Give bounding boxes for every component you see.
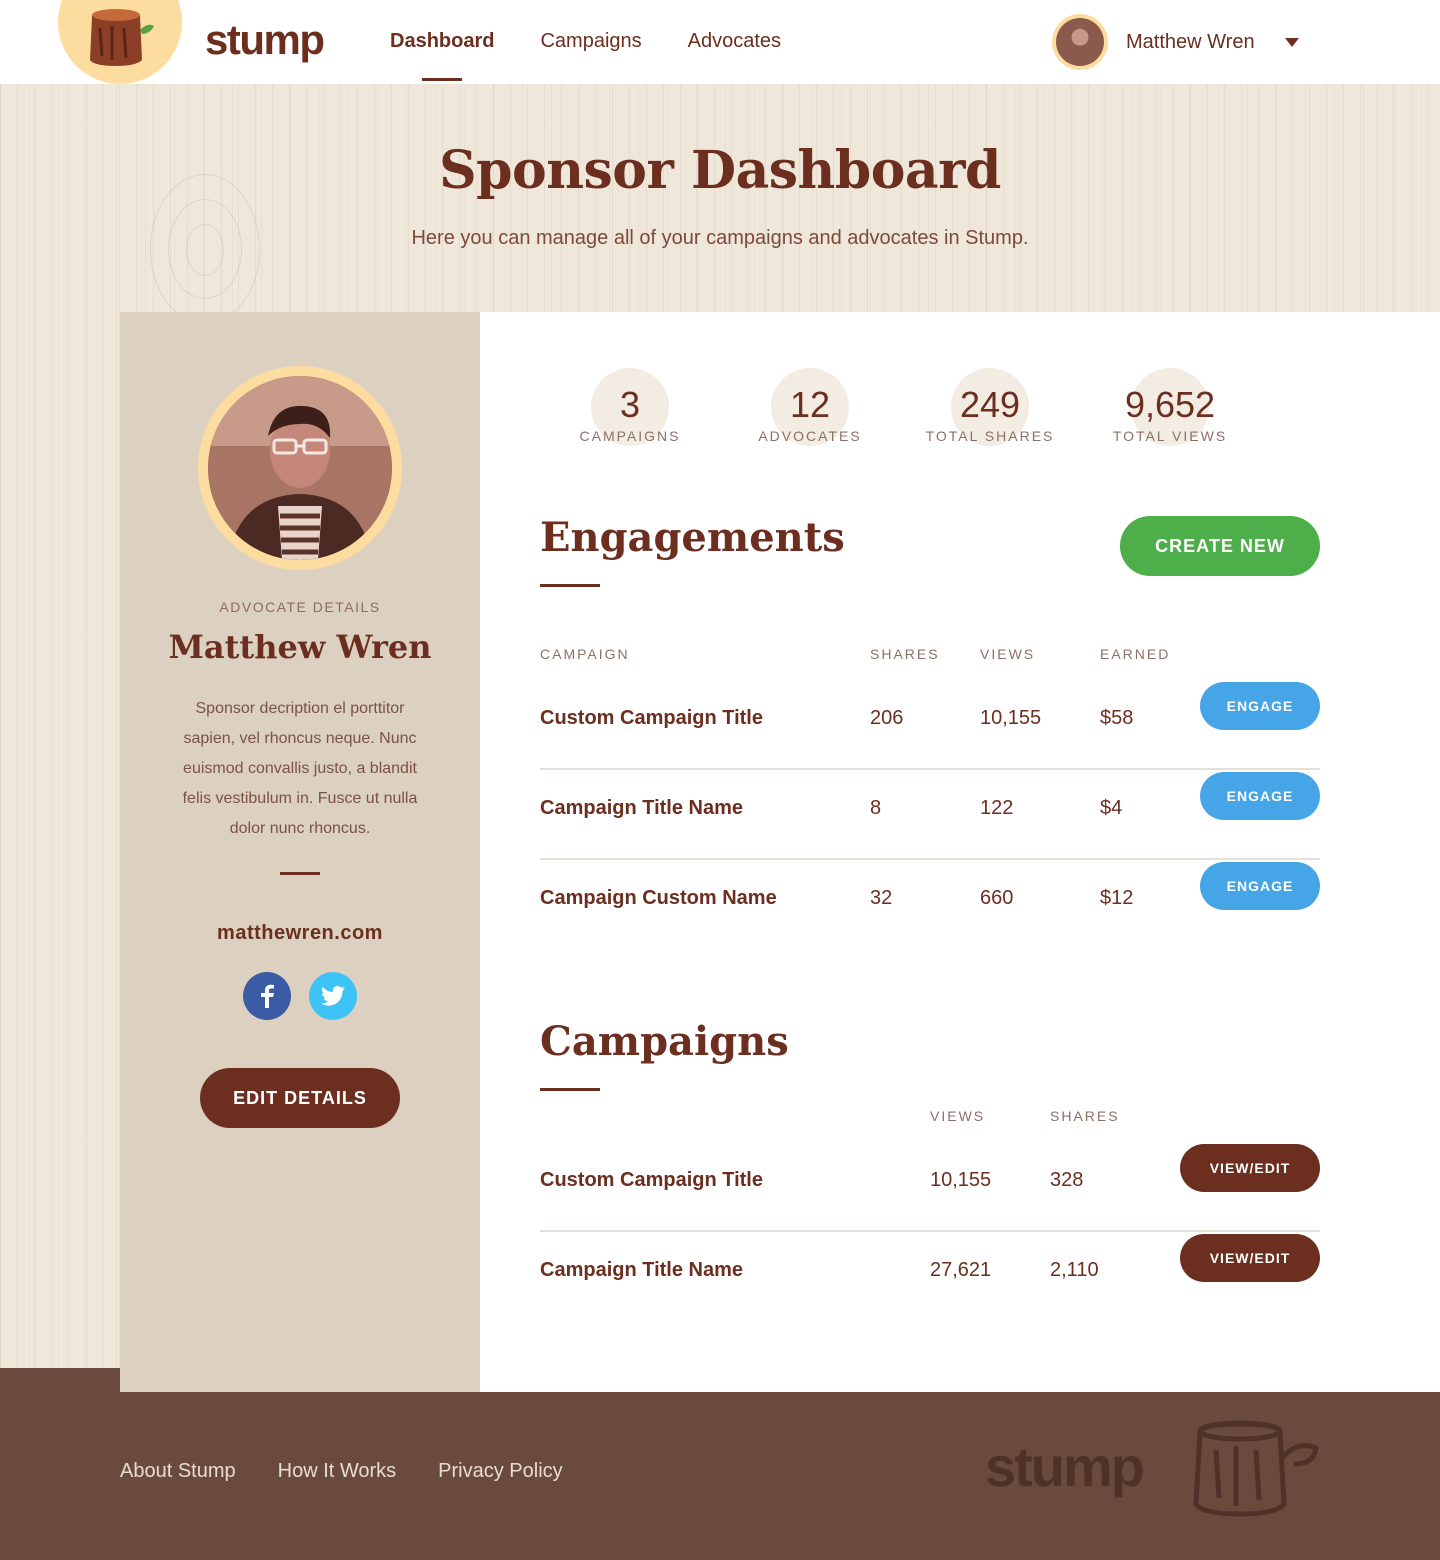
engagements-title: Engagements — [540, 514, 845, 561]
earned-value: $58 — [1100, 707, 1134, 729]
user-name: Matthew Wren — [1126, 30, 1255, 53]
stat-label: CAMPAIGNS — [579, 428, 681, 444]
nav-dashboard[interactable]: Dashboard — [390, 30, 494, 81]
footer: About Stump How It Works Privacy Policy … — [0, 1368, 1440, 1560]
shares-value: 32 — [870, 887, 893, 909]
advocate-details-label: ADVOCATE DETAILS — [219, 599, 381, 615]
stat-label: TOTAL VIEWS — [1112, 428, 1228, 444]
page-subtitle: Here you can manage all of your campaign… — [411, 227, 1029, 249]
campaign-title[interactable]: Custom Campaign Title — [540, 707, 763, 730]
advocate-description: Sponsor decription el porttitor sapien, … — [182, 700, 418, 837]
table-row: Custom Campaign Title 10,155 328 VIEW/ED… — [540, 1142, 1320, 1232]
stat-label: TOTAL SHARES — [925, 428, 1055, 444]
stat-value: 12 — [789, 384, 831, 425]
stat-advocates: 12 ADVOCATES — [710, 368, 910, 446]
create-new-button[interactable]: CREATE NEW — [1120, 516, 1320, 576]
footer-links: About Stump How It Works Privacy Policy — [120, 1460, 563, 1483]
footer-brand-logo: stump — [985, 1435, 1145, 1498]
footer-link-about[interactable]: About Stump — [120, 1460, 236, 1483]
engage-button[interactable]: ENGAGE — [1200, 682, 1320, 730]
section-underline — [540, 584, 600, 587]
facebook-icon[interactable] — [243, 972, 291, 1020]
section-underline — [540, 1088, 600, 1091]
col-shares: SHARES — [870, 646, 940, 662]
stump-logo-icon — [1192, 1418, 1332, 1523]
brand-logo-text[interactable]: stump — [205, 16, 325, 64]
table-row: Campaign Title Name 8 122 $4 ENGAGE — [540, 770, 1320, 860]
stat-campaigns: 3 CAMPAIGNS — [530, 368, 730, 446]
user-menu[interactable]: Matthew Wren — [1052, 14, 1299, 70]
table-row: Campaign Custom Name 32 660 $12 ENGAGE — [540, 860, 1320, 950]
views-value: 10,155 — [930, 1169, 992, 1191]
campaign-title[interactable]: Custom Campaign Title — [540, 1169, 763, 1192]
profile-photo — [208, 376, 392, 560]
chevron-down-icon[interactable] — [1284, 37, 1299, 47]
views-value: 122 — [980, 797, 1014, 819]
shares-value: 206 — [870, 707, 904, 729]
shares-value: 2,110 — [1050, 1259, 1099, 1281]
table-row: Custom Campaign Title 206 10,155 $58 ENG… — [540, 680, 1320, 770]
social-links — [243, 972, 357, 1020]
col-shares: SHARES — [1050, 1108, 1120, 1124]
earned-value: $12 — [1100, 887, 1134, 909]
table-row: Campaign Title Name 27,621 2,110 VIEW/ED… — [540, 1232, 1320, 1322]
footer-link-privacy[interactable]: Privacy Policy — [438, 1460, 562, 1483]
stat-label: ADVOCATES — [758, 428, 862, 444]
stat-value: 3 — [619, 384, 641, 425]
twitter-icon[interactable] — [309, 972, 357, 1020]
campaign-title[interactable]: Campaign Custom Name — [540, 887, 777, 910]
advocate-website-link[interactable]: matthewren.com — [120, 922, 480, 945]
main-nav: Dashboard Campaigns Advocates — [390, 30, 781, 81]
campaign-title[interactable]: Campaign Title Name — [540, 797, 743, 820]
views-value: 27,621 — [930, 1259, 992, 1281]
stump-logo-icon[interactable] — [58, 0, 182, 84]
advocate-panel: ADVOCATE DETAILS Matthew Wren Sponsor de… — [120, 312, 480, 1392]
shares-value: 328 — [1050, 1169, 1084, 1191]
stat-value: 9,652 — [1124, 384, 1216, 425]
profile-avatar — [198, 366, 402, 570]
stat-total-shares: 249 TOTAL SHARES — [890, 368, 1090, 446]
col-campaign: CAMPAIGN — [540, 646, 630, 662]
divider — [280, 872, 320, 875]
avatar — [1052, 14, 1108, 70]
engage-button[interactable]: ENGAGE — [1200, 772, 1320, 820]
view-edit-button[interactable]: VIEW/EDIT — [1180, 1144, 1320, 1192]
col-views: VIEWS — [980, 646, 1036, 662]
dashboard-main: 3 CAMPAIGNS 12 ADVOCATES 249 TOTAL SHARE… — [480, 312, 1440, 1392]
earned-value: $4 — [1100, 797, 1123, 819]
campaigns-title: Campaigns — [540, 1018, 789, 1065]
nav-advocates[interactable]: Advocates — [688, 30, 781, 53]
nav-campaigns[interactable]: Campaigns — [540, 30, 641, 53]
col-earned: EARNED — [1100, 646, 1171, 662]
shares-value: 8 — [870, 797, 882, 819]
edit-details-button[interactable]: EDIT DETAILS — [200, 1068, 400, 1128]
page-title: Sponsor Dashboard — [439, 140, 1001, 201]
views-value: 10,155 — [980, 707, 1042, 729]
advocate-name: Matthew Wren — [168, 628, 432, 666]
footer-link-how-it-works[interactable]: How It Works — [278, 1460, 397, 1483]
stat-total-views: 9,652 TOTAL VIEWS — [1070, 368, 1270, 446]
views-value: 660 — [980, 887, 1014, 909]
col-views: VIEWS — [930, 1108, 986, 1124]
top-header: stump Dashboard Campaigns Advocates Matt… — [0, 0, 1440, 84]
engage-button[interactable]: ENGAGE — [1200, 862, 1320, 910]
stat-value: 249 — [959, 384, 1021, 425]
campaign-title[interactable]: Campaign Title Name — [540, 1259, 743, 1282]
view-edit-button[interactable]: VIEW/EDIT — [1180, 1234, 1320, 1282]
